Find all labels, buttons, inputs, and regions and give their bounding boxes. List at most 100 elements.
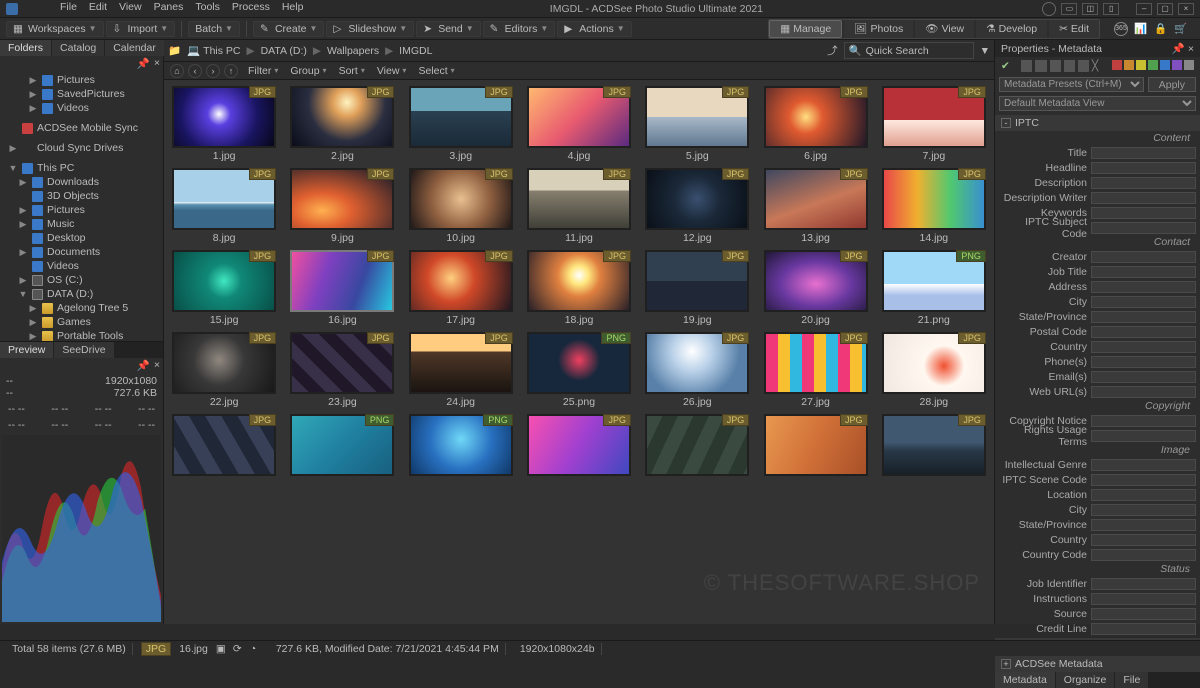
lock-icon[interactable]: 🔒	[1154, 22, 1168, 36]
close-icon[interactable]: ×	[1188, 43, 1194, 55]
thumbnail[interactable]: JPG6.jpg	[759, 86, 871, 162]
menu-tools[interactable]: Tools	[195, 1, 220, 17]
tree-item[interactable]: ▶Documents	[0, 245, 163, 259]
metadata-input[interactable]	[1091, 415, 1196, 427]
metadata-input[interactable]	[1091, 162, 1196, 174]
rating-clear[interactable]: ╳	[1092, 60, 1103, 72]
close-icon[interactable]: ×	[154, 57, 160, 70]
check-icon[interactable]: ✔	[1001, 60, 1010, 72]
menu-edit[interactable]: Edit	[89, 1, 107, 17]
layout3-button[interactable]: ▯	[1103, 3, 1119, 15]
tab-calendar[interactable]: Calendar	[105, 40, 164, 56]
color-label[interactable]	[1184, 60, 1194, 70]
thumbnail[interactable]: JPG2.jpg	[286, 86, 398, 162]
pin-icon[interactable]: 📌	[137, 57, 150, 70]
thumbnail[interactable]: JPG17.jpg	[405, 250, 517, 326]
metadata-input[interactable]	[1091, 326, 1196, 338]
color-label[interactable]	[1160, 60, 1170, 70]
tree-item[interactable]: ▶Agelong Tree 5	[0, 301, 163, 315]
metadata-input[interactable]	[1091, 459, 1196, 471]
metadata-input[interactable]	[1091, 489, 1196, 501]
send-button[interactable]: ➤Send▼	[416, 21, 480, 37]
bars-icon[interactable]: 📊	[1134, 22, 1148, 36]
user-icon[interactable]	[1042, 2, 1056, 16]
tab-file[interactable]: File	[1115, 672, 1148, 688]
layout1-button[interactable]: ▭	[1061, 3, 1077, 15]
metadata-input[interactable]	[1091, 519, 1196, 531]
thumbnail[interactable]: JPG	[168, 414, 280, 478]
thumbnail[interactable]: JPG11.jpg	[523, 168, 635, 244]
folder-icon[interactable]: 📁	[168, 44, 181, 57]
menu-panes[interactable]: Panes	[154, 1, 184, 17]
iptc-section[interactable]: -IPTC	[995, 115, 1200, 131]
thumbnail[interactable]: JPG16.jpg	[286, 250, 398, 326]
metadata-input[interactable]	[1091, 504, 1196, 516]
tree-item[interactable]: ▶Cloud Sync Drives	[0, 141, 163, 155]
metadata-input[interactable]	[1091, 386, 1196, 398]
metadata-input[interactable]	[1091, 549, 1196, 561]
thumbnail[interactable]: JPG	[759, 414, 871, 478]
mode-photos[interactable]: 🖼Photos	[844, 20, 913, 38]
thumbnail[interactable]: JPG7.jpg	[878, 86, 990, 162]
metadata-input[interactable]	[1091, 578, 1196, 590]
metadata-input[interactable]	[1091, 356, 1196, 368]
color-label[interactable]	[1148, 60, 1158, 70]
thumbnail[interactable]: PNG	[405, 414, 517, 478]
tree-item[interactable]: ▶SavedPictures	[0, 87, 163, 101]
thumbnail[interactable]: PNG21.png	[878, 250, 990, 326]
tree-item[interactable]: ACDSee Mobile Sync	[0, 121, 163, 135]
color-label[interactable]	[1124, 60, 1134, 70]
quick-search[interactable]: 🔍 Quick Search	[844, 42, 974, 59]
tab-folders[interactable]: Folders	[0, 40, 51, 56]
home-icon[interactable]: ⌂	[170, 64, 184, 78]
metadata-input[interactable]	[1091, 534, 1196, 546]
crumb[interactable]: 💻 This PC	[187, 44, 240, 57]
close-icon[interactable]: ×	[154, 359, 160, 372]
metadata-input[interactable]	[1091, 296, 1196, 308]
rating-2[interactable]	[1035, 60, 1046, 72]
color-label[interactable]	[1172, 60, 1182, 70]
search-dropdown[interactable]: ▼	[980, 45, 990, 57]
tree-item[interactable]: ▼This PC	[0, 161, 163, 175]
metadata-input[interactable]	[1091, 147, 1196, 159]
metadata-input[interactable]	[1091, 311, 1196, 323]
rating-1[interactable]	[1021, 60, 1032, 72]
metadata-input[interactable]	[1091, 608, 1196, 620]
metadata-input[interactable]	[1091, 371, 1196, 383]
pin-icon[interactable]: 📌	[1172, 43, 1185, 55]
minimize-button[interactable]: –	[1136, 3, 1152, 15]
metadata-view-select[interactable]: Default Metadata View	[999, 96, 1196, 111]
tree-item[interactable]: ▶Downloads	[0, 175, 163, 189]
tree-item[interactable]: ▶Games	[0, 315, 163, 329]
tree-item[interactable]: ▶Portable Tools	[0, 329, 163, 341]
thumbnail[interactable]: JPG	[641, 414, 753, 478]
thumbnail[interactable]: JPG20.jpg	[759, 250, 871, 326]
rating-row[interactable]: ✔ ╳	[995, 57, 1200, 75]
metadata-input[interactable]	[1091, 192, 1196, 204]
up-folder-icon[interactable]: ↑	[224, 64, 238, 78]
metadata-input[interactable]	[1091, 251, 1196, 263]
thumbnail[interactable]: JPG19.jpg	[641, 250, 753, 326]
acdsee-section[interactable]: +ACDSee Metadata	[995, 656, 1200, 672]
view-button[interactable]: View ▾	[377, 65, 407, 77]
slideshow-button[interactable]: ▷Slideshow▼	[326, 21, 414, 37]
group-button[interactable]: Group ▾	[290, 65, 326, 77]
metadata-input[interactable]	[1091, 623, 1196, 635]
color-label[interactable]	[1112, 60, 1122, 70]
mode-develop[interactable]: ⚗Develop	[976, 20, 1047, 38]
mode-view[interactable]: 👁View	[915, 20, 974, 38]
tab-metadata[interactable]: Metadata	[995, 672, 1055, 688]
thumbnail[interactable]: JPG28.jpg	[878, 332, 990, 408]
tag-icon[interactable]: ◔	[250, 643, 262, 655]
metadata-input[interactable]	[1091, 222, 1196, 234]
thumbnail[interactable]: JPG10.jpg	[405, 168, 517, 244]
thumbnail[interactable]: JPG23.jpg	[286, 332, 398, 408]
up-icon[interactable]: ⤴	[827, 43, 838, 58]
back-icon[interactable]: ‹	[188, 64, 202, 78]
metadata-input[interactable]	[1091, 474, 1196, 486]
rating-4[interactable]	[1064, 60, 1075, 72]
thumbnail[interactable]: JPG14.jpg	[878, 168, 990, 244]
thumbnail[interactable]: JPG15.jpg	[168, 250, 280, 326]
thumbnail[interactable]: JPG13.jpg	[759, 168, 871, 244]
metadata-preset-select[interactable]: Metadata Presets (Ctrl+M)	[999, 77, 1144, 92]
